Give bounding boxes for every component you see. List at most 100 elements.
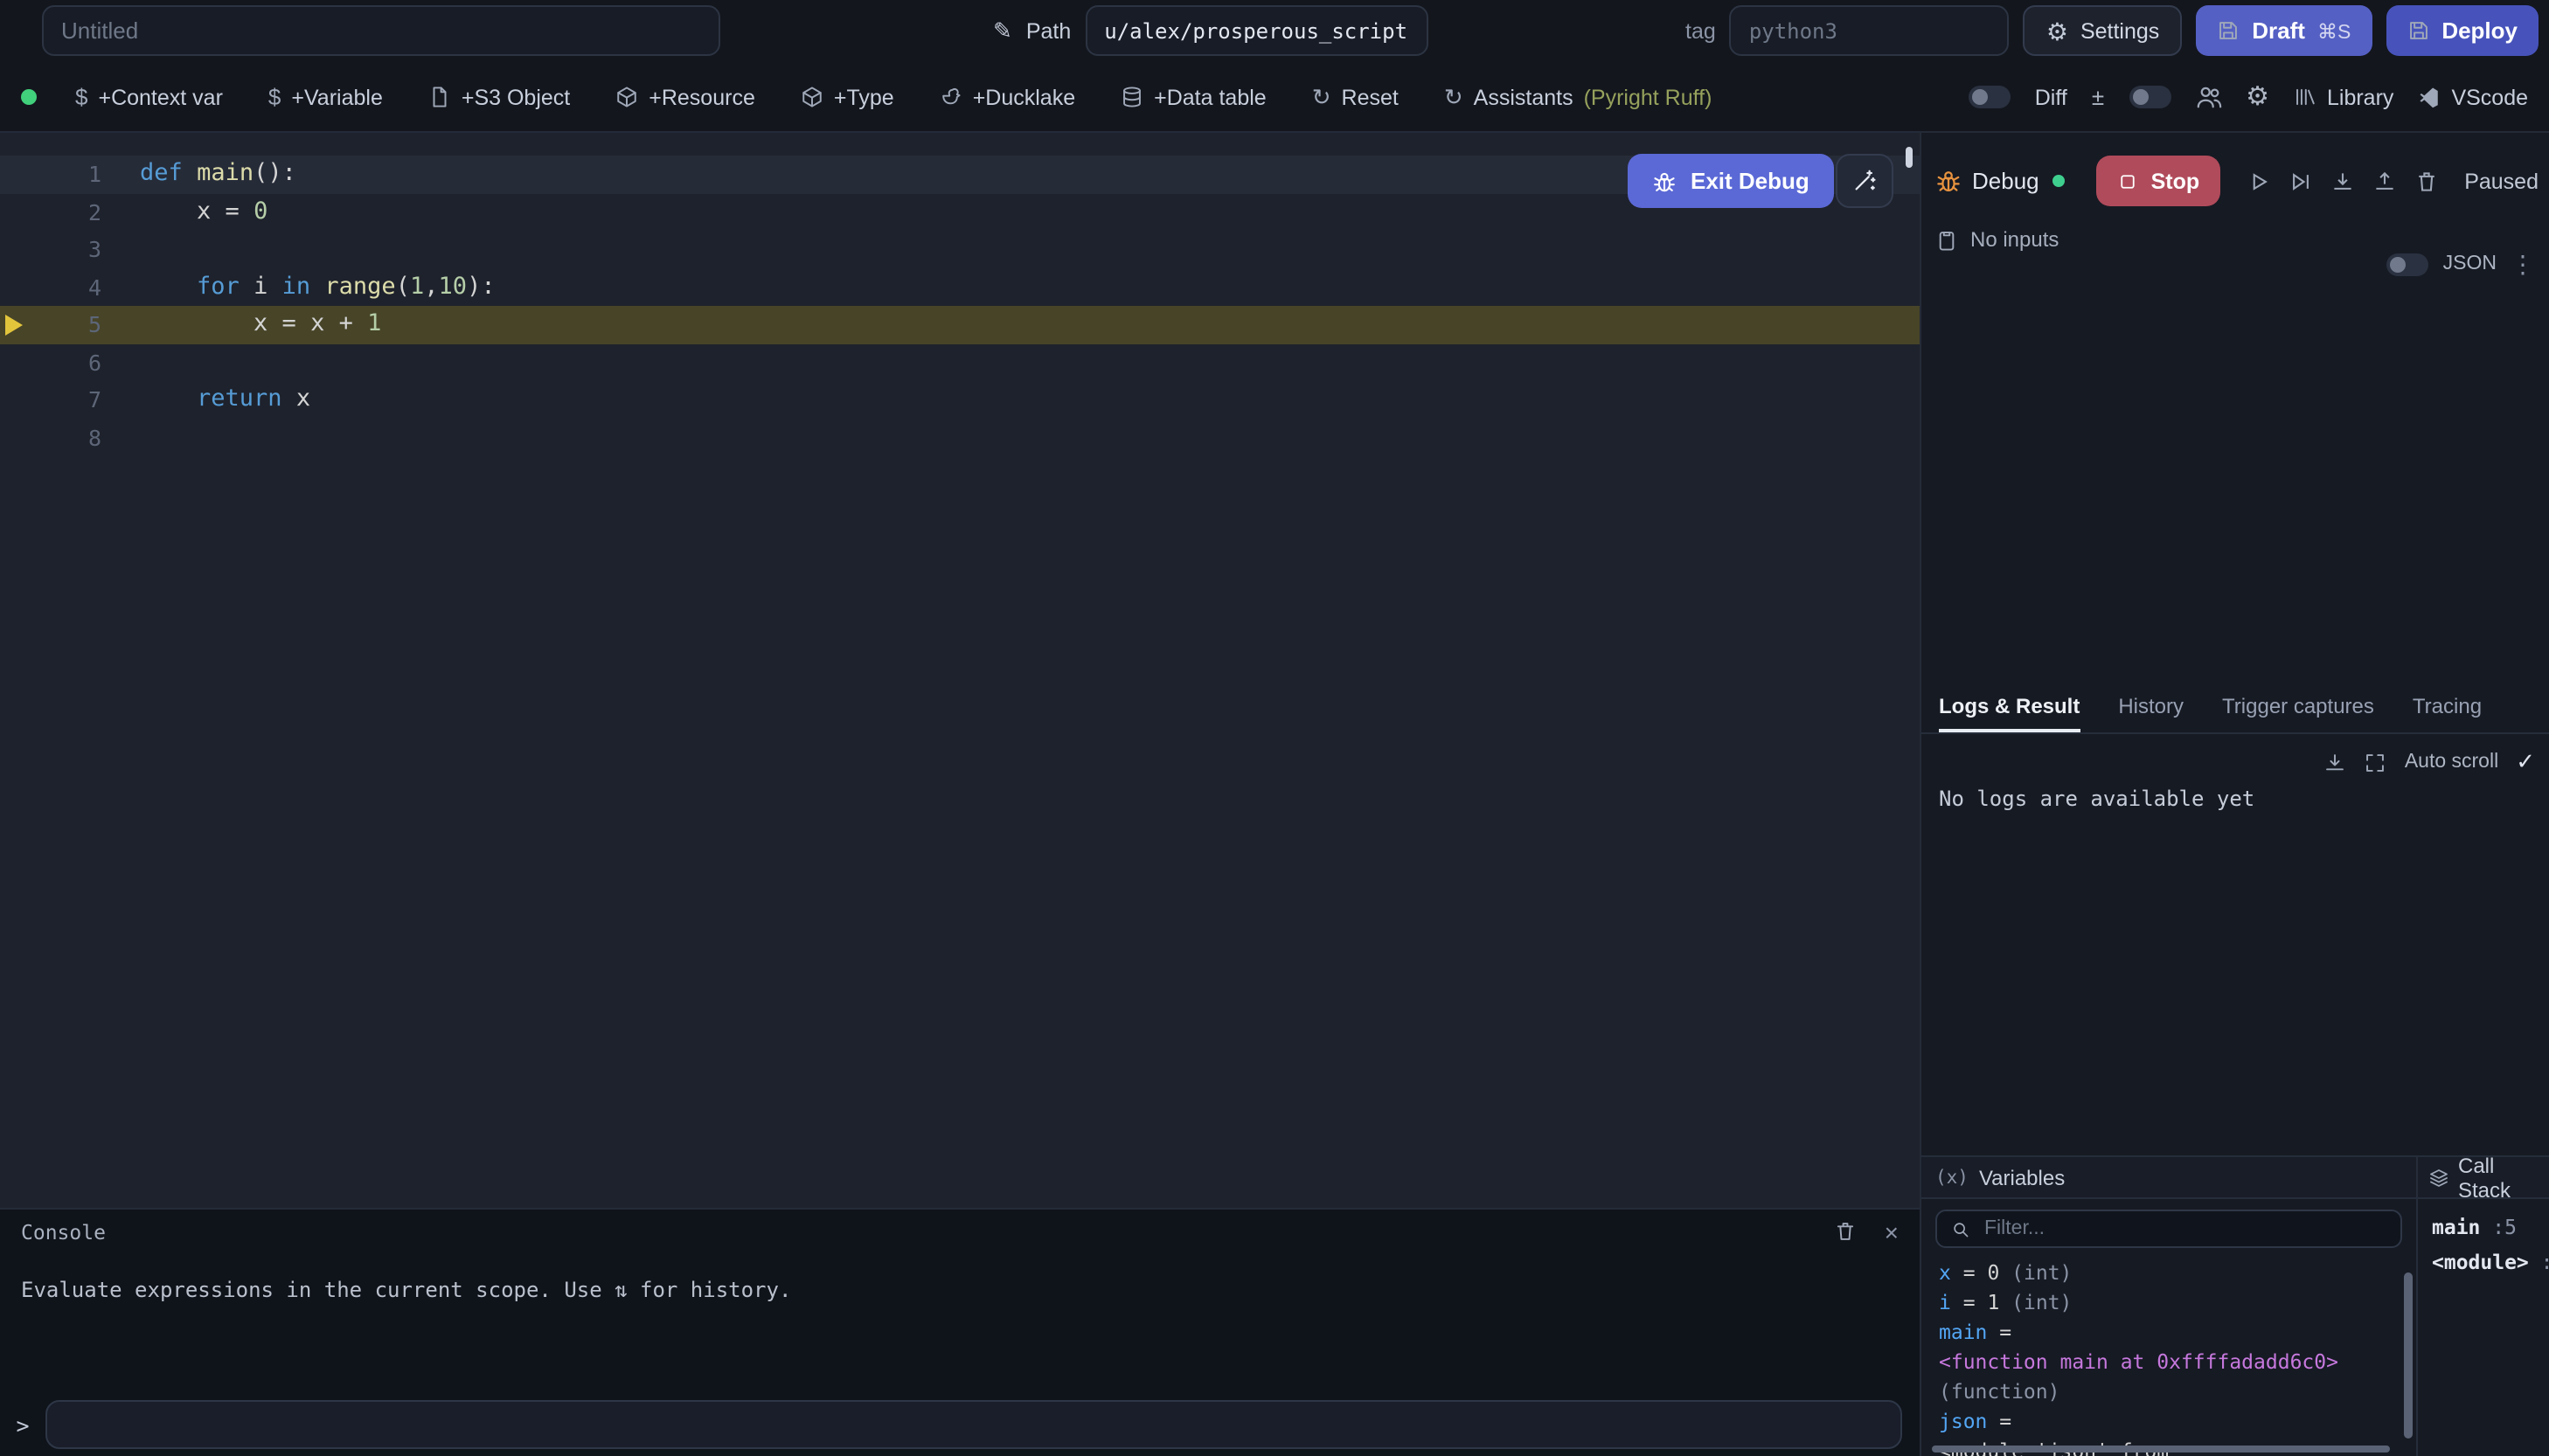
- script-name-input[interactable]: [42, 5, 720, 56]
- code-token: 1: [410, 272, 424, 300]
- variable-row[interactable]: <function main at 0xffffadadd6c0>: [1939, 1348, 2416, 1377]
- json-label: JSON: [2443, 253, 2497, 274]
- dollar-icon: $: [75, 85, 87, 109]
- ai-assist-button[interactable]: [1836, 154, 1893, 208]
- vscode-icon: [2418, 86, 2441, 108]
- toolbar-item-s3-object[interactable]: +S3 Object: [428, 85, 570, 109]
- line-number[interactable]: 1: [0, 156, 101, 193]
- line-number[interactable]: 7: [0, 381, 101, 419]
- auto-scroll-checkbox[interactable]: ✓: [2516, 748, 2535, 776]
- step-over-icon[interactable]: [2280, 158, 2322, 204]
- line-number[interactable]: 8: [0, 419, 101, 456]
- top-bar: ✎ Path tag ⚙ Settings Draft ⌘S Deploy: [0, 0, 2549, 63]
- variables-vertical-scrollbar[interactable]: [2404, 1272, 2413, 1439]
- code-text: x = 0: [101, 193, 267, 231]
- variable-row[interactable]: (function): [1939, 1377, 2416, 1407]
- line-number[interactable]: 2: [0, 193, 101, 231]
- code-token: (int): [1999, 1290, 2072, 1314]
- tag-input[interactable]: [1730, 5, 2010, 56]
- trash-icon[interactable]: [2406, 158, 2448, 204]
- deploy-button[interactable]: Deploy: [2386, 5, 2539, 56]
- pencil-icon: ✎: [993, 17, 1012, 45]
- secondary-toggle[interactable]: [2129, 86, 2170, 108]
- layers-icon: [2428, 1167, 2449, 1188]
- editor-toolbar: $+Context var $+Variable +S3 Object +Resour…: [0, 63, 2549, 133]
- line-number[interactable]: 4: [0, 268, 101, 306]
- variables-filter-input[interactable]: [1981, 1217, 2386, 1241]
- variable-row[interactable]: i = 1 (int): [1939, 1288, 2416, 1318]
- variables-horizontal-scrollbar[interactable]: [1932, 1446, 2390, 1453]
- toolbar-item-ducklake[interactable]: +Ducklake: [940, 85, 1075, 109]
- step-out-icon[interactable]: [2364, 158, 2406, 204]
- line-number[interactable]: 3: [0, 231, 101, 268]
- callstack-frame[interactable]: <module> :14: [2432, 1245, 2542, 1279]
- variables-panel: x = 0 (int)i = 1 (int)main =<function ma…: [1921, 1199, 2418, 1456]
- download-logs-icon[interactable]: [2324, 751, 2347, 773]
- toolbar-item-reset[interactable]: ↻Reset: [1312, 85, 1399, 109]
- assistants-status: (Pyright Ruff): [1584, 85, 1712, 109]
- console-title: Console: [21, 1219, 106, 1244]
- bug-icon: [1935, 168, 1962, 194]
- code-token: ,: [424, 272, 438, 300]
- close-console-icon[interactable]: ×: [1885, 1219, 1899, 1244]
- clear-console-icon[interactable]: [1834, 1220, 1857, 1243]
- cube-icon: [801, 86, 823, 108]
- code-token: x =: [140, 197, 254, 225]
- code-line-3[interactable]: 3: [0, 231, 1920, 268]
- settings-button[interactable]: ⚙ Settings: [2024, 5, 2182, 56]
- variable-row[interactable]: x = 0 (int): [1939, 1258, 2416, 1288]
- line-number[interactable]: 6: [0, 343, 101, 381]
- library-button[interactable]: Library: [2294, 85, 2393, 109]
- people-icon[interactable]: [2195, 84, 2221, 110]
- step-into-icon[interactable]: [2322, 158, 2364, 204]
- code-editor[interactable]: 1def main():2 x = 034 for i in range(1,1…: [0, 133, 1920, 1208]
- path-label: Path: [1026, 18, 1071, 43]
- path-input[interactable]: [1085, 5, 1427, 56]
- code-line-6[interactable]: 6: [0, 343, 1920, 381]
- no-inputs-label: No inputs: [1970, 227, 2059, 252]
- frame-function: <module>: [2432, 1250, 2529, 1274]
- expand-logs-icon[interactable]: [2365, 751, 2387, 773]
- tab-tracing[interactable]: Tracing: [2413, 682, 2482, 732]
- code-line-4[interactable]: 4 for i in range(1,10):: [0, 268, 1920, 306]
- toolbar-item-data-table[interactable]: +Data table: [1121, 85, 1267, 109]
- toolbar-item-assistants[interactable]: ↻Assistants(Pyright Ruff): [1444, 85, 1712, 109]
- code-token: <function main at 0xffffadadd6c0>: [1939, 1349, 2338, 1374]
- auto-scroll-label: Auto scroll: [2405, 752, 2498, 773]
- topbar-right-group: tag ⚙ Settings Draft ⌘S Deploy: [1685, 5, 2539, 56]
- editor-settings-icon[interactable]: ⚙: [2246, 84, 2269, 110]
- code-line-7[interactable]: 7 return x: [0, 381, 1920, 419]
- code-text: x = x + 1: [101, 306, 381, 343]
- draft-button[interactable]: Draft ⌘S: [2196, 5, 2372, 56]
- callstack-frame[interactable]: main :5: [2432, 1210, 2542, 1245]
- clipboard-icon: [1935, 228, 1958, 251]
- toolbar-item-context-var[interactable]: $+Context var: [75, 85, 223, 109]
- diff-toggle[interactable]: [1969, 86, 2011, 108]
- debug-running-dot: [2053, 175, 2066, 187]
- variable-row[interactable]: json =: [1939, 1407, 2416, 1437]
- code-token: 1: [367, 309, 381, 337]
- code-token: x: [1939, 1260, 1951, 1285]
- diff-split-icon[interactable]: ±: [2092, 84, 2104, 110]
- kebab-menu-icon[interactable]: ⋮: [2511, 252, 2535, 276]
- tab-history[interactable]: History: [2118, 682, 2184, 732]
- toolbar-item-variable[interactable]: $+Variable: [268, 85, 383, 109]
- variable-row[interactable]: main =: [1939, 1318, 2416, 1348]
- code-line-5[interactable]: 5 x = x + 1: [0, 306, 1920, 343]
- toolbar-item-type[interactable]: +Type: [801, 85, 894, 109]
- editor-scrollbar-thumb[interactable]: [1906, 147, 1913, 168]
- vscode-button[interactable]: VScode: [2418, 85, 2528, 109]
- code-line-8[interactable]: 8: [0, 419, 1920, 456]
- callstack-panel: main :5<module> :14: [2418, 1199, 2549, 1456]
- tab-trigger-captures[interactable]: Trigger captures: [2222, 682, 2374, 732]
- duck-icon: [940, 86, 962, 108]
- continue-icon[interactable]: [2238, 158, 2280, 204]
- tab-logs-result[interactable]: Logs & Result: [1939, 682, 2080, 732]
- console-input[interactable]: [45, 1400, 1902, 1449]
- stop-button[interactable]: Stop: [2097, 156, 2221, 206]
- toolbar-item-label: Reset: [1342, 85, 1399, 109]
- exit-debug-button[interactable]: Exit Debug: [1628, 154, 1834, 208]
- toolbar-item-label: +Type: [834, 85, 894, 109]
- toolbar-item-resource[interactable]: +Resource: [615, 85, 755, 109]
- json-toggle[interactable]: [2387, 253, 2429, 275]
